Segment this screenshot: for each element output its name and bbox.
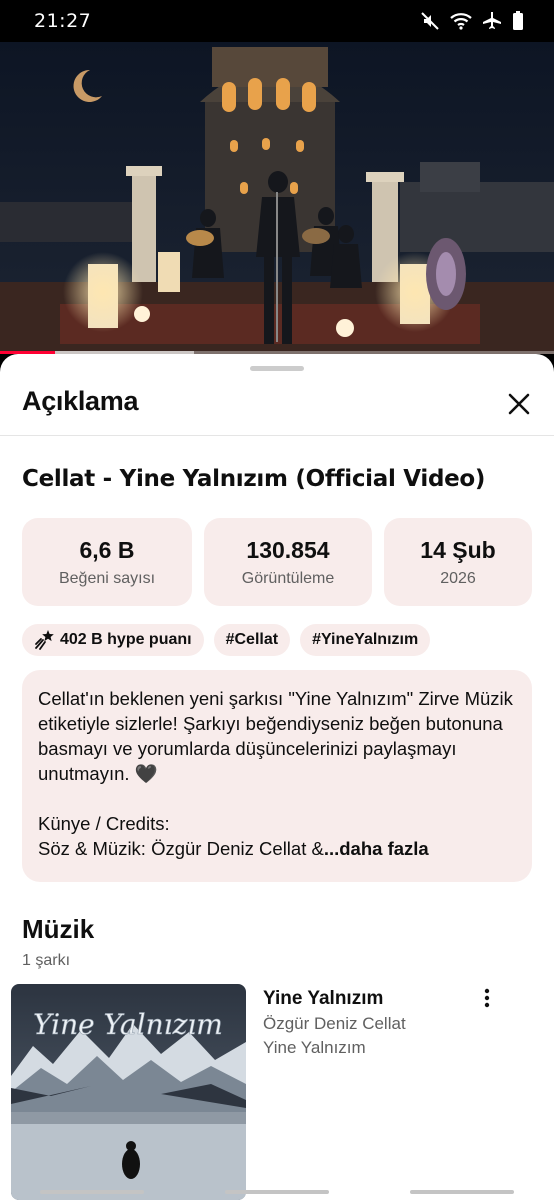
bottom-indicators (0, 1184, 554, 1200)
music-section-title: Müzik (22, 914, 95, 944)
show-more-link[interactable]: ...daha fazla (324, 838, 429, 859)
video-frame (0, 42, 554, 354)
description-text: Cellat'ın beklenen yeni şarkısı "Yine Ya… (38, 688, 513, 859)
nav-indicator (409, 1190, 514, 1194)
battery-icon (512, 11, 524, 31)
airplane-icon (482, 11, 502, 31)
nav-indicator (40, 1190, 145, 1194)
hashtag-chip-yineyalnizim[interactable]: #YineYalnızım (300, 624, 431, 656)
drag-handle[interactable] (250, 366, 304, 371)
close-icon (508, 393, 530, 415)
hype-chip[interactable]: 402 B hype puanı (22, 624, 204, 656)
track-artist: Özgür Deniz Cellat (263, 1014, 406, 1033)
stat-value: 6,6 B (79, 536, 135, 563)
sheet-header: Açıklama (0, 384, 554, 436)
track-title: Yine Yalnızım (263, 988, 384, 1009)
stat-label: Görüntüleme (241, 569, 335, 587)
hype-icon (35, 630, 54, 650)
more-vert-icon (484, 988, 490, 1008)
track-thumbnail[interactable]: Yine Yalnızım (11, 984, 246, 1200)
track-album: Yine Yalnızım (263, 1038, 366, 1057)
stats-row: 6,6 B Beğeni sayısı 130.854 Görüntüleme … (22, 518, 532, 606)
music-track-item[interactable]: Yine Yalnızım Yine Yalnızım Özgür Deniz … (11, 984, 554, 1200)
likes-stat: 6,6 B Beğeni sayısı (22, 518, 192, 606)
stat-label: 2026 (440, 569, 476, 587)
status-time: 21:27 (34, 10, 92, 32)
date-stat: 14 Şub 2026 (384, 518, 532, 606)
thumbnail-title: Yine Yalnızım (33, 1008, 223, 1041)
nav-indicator (224, 1190, 329, 1194)
views-stat: 130.854 Görüntüleme (204, 518, 372, 606)
stat-value: 14 Şub (420, 536, 496, 563)
video-player[interactable] (0, 42, 554, 354)
hashtag-chip-cellat[interactable]: #Cellat (213, 624, 291, 656)
hashtag-label: #YineYalnızım (312, 631, 419, 648)
wifi-icon (450, 12, 472, 30)
description-sheet: Açıklama Cellat - Yine Yalnızım (Officia… (0, 354, 554, 1200)
status-icons (420, 11, 524, 31)
description-box[interactable]: Cellat'ın beklenen yeni şarkısı "Yine Ya… (22, 670, 532, 882)
stat-value: 130.854 (246, 536, 330, 563)
mute-icon (420, 11, 440, 31)
sheet-title: Açıklama (22, 386, 139, 416)
status-bar: 21:27 (0, 0, 554, 42)
hashtag-label: #Cellat (225, 631, 279, 648)
video-title: Cellat - Yine Yalnızım (Official Video) (22, 466, 486, 492)
stat-label: Beğeni sayısı (58, 569, 156, 587)
hype-chip-label: 402 B hype puanı (60, 631, 192, 648)
close-button[interactable] (502, 387, 536, 421)
chips-row: 402 B hype puanı #Cellat #YineYalnızım (22, 624, 431, 656)
music-track-count: 1 şarkı (22, 952, 71, 969)
track-menu-button[interactable] (473, 984, 501, 1012)
